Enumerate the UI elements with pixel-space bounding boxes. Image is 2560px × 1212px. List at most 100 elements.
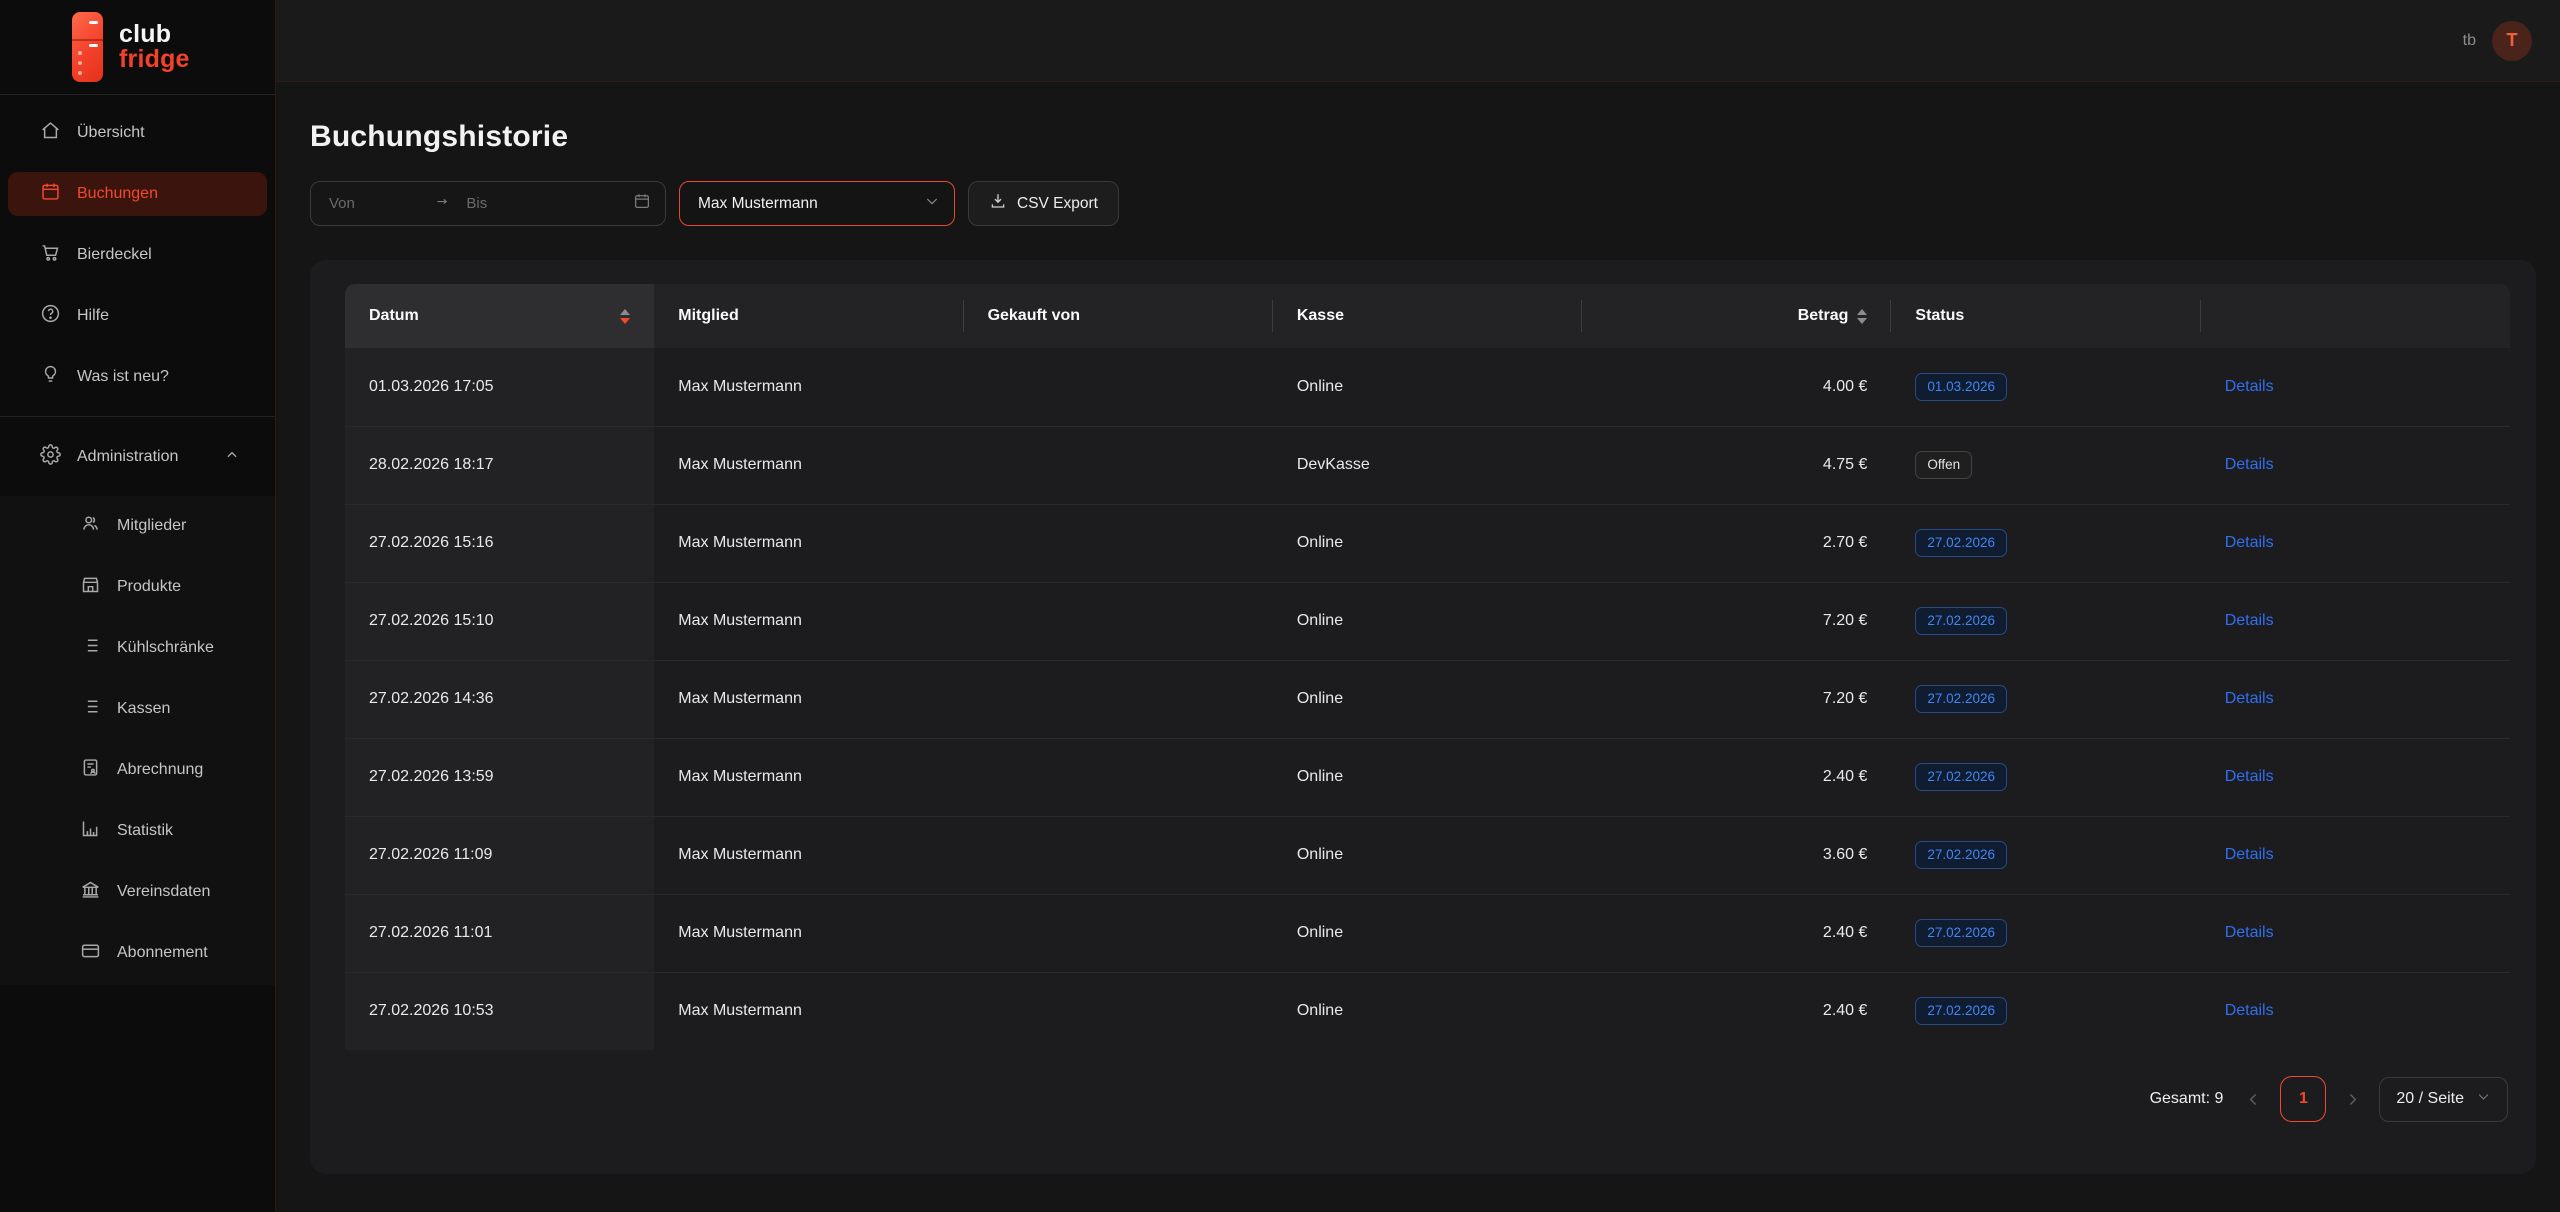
cell-status: 27.02.2026 (1891, 582, 2200, 660)
avatar[interactable]: T (2492, 21, 2532, 61)
details-link[interactable]: Details (2225, 612, 2274, 629)
details-link[interactable]: Details (2225, 1002, 2274, 1019)
previous-page-button[interactable] (2245, 1091, 2262, 1108)
cell-datum: 27.02.2026 14:36 (345, 660, 654, 738)
cell-mitglied: Max Mustermann (654, 972, 963, 1050)
cell-betrag: 2.70 € (1582, 504, 1891, 582)
sort-icon-betrag[interactable] (1857, 309, 1867, 324)
brand-logo[interactable]: club fridge (0, 0, 275, 95)
home-icon (40, 120, 61, 146)
sidebar-item-was-ist-neu[interactable]: Was ist neu? (8, 355, 267, 399)
status-badge: 27.02.2026 (1915, 685, 2007, 713)
details-link[interactable]: Details (2225, 378, 2274, 395)
sidebar-item-kuehlschraenke[interactable]: Kühlschränke (8, 626, 267, 670)
sidebar-item-hilfe[interactable]: Hilfe (8, 294, 267, 338)
bank-icon (80, 879, 101, 905)
cell-betrag: 2.40 € (1582, 738, 1891, 816)
status-badge: 27.02.2026 (1915, 607, 2007, 635)
cell-mitglied: Max Mustermann (654, 660, 963, 738)
column-header-status: Status (1891, 284, 2200, 348)
page-title: Buchungshistorie (310, 120, 2536, 154)
cell-gekauft-von (964, 426, 1273, 504)
filter-bar: Von Bis Max Mustermann CSV Export (310, 181, 2536, 226)
details-link[interactable]: Details (2225, 456, 2274, 473)
cell-betrag: 7.20 € (1582, 660, 1891, 738)
details-link[interactable]: Details (2225, 768, 2274, 785)
member-select[interactable]: Max Mustermann (679, 181, 955, 226)
page-size-select[interactable]: 20 / Seite (2379, 1077, 2508, 1122)
sidebar-item-vereinsdaten[interactable]: Vereinsdaten (8, 870, 267, 914)
column-header-datum[interactable]: Datum (345, 284, 654, 348)
cell-kasse: Online (1273, 894, 1582, 972)
cell-gekauft-von (964, 348, 1273, 426)
column-header-betrag[interactable]: Betrag (1582, 284, 1891, 348)
status-badge: 27.02.2026 (1915, 997, 2007, 1025)
cell-datum: 28.02.2026 18:17 (345, 426, 654, 504)
cell-betrag: 2.40 € (1582, 972, 1891, 1050)
table-row: 27.02.2026 11:01 Max Mustermann Online 2… (345, 894, 2510, 972)
sidebar-item-produkte[interactable]: Produkte (8, 565, 267, 609)
sidebar-item-abrechnung[interactable]: Abrechnung (8, 748, 267, 792)
pagination: Gesamt: 9 1 20 / Seite (345, 1076, 2510, 1122)
table-row: 27.02.2026 10:53 Max Mustermann Online 2… (345, 972, 2510, 1050)
cell-actions: Details (2201, 426, 2510, 504)
cell-actions: Details (2201, 816, 2510, 894)
sidebar-item-bierdeckel[interactable]: Bierdeckel (8, 233, 267, 277)
sidebar-group-administration[interactable]: Administration (8, 435, 267, 479)
details-link[interactable]: Details (2225, 846, 2274, 863)
sidebar-item-mitglieder[interactable]: Mitglieder (8, 504, 267, 548)
cell-status: 27.02.2026 (1891, 660, 2200, 738)
sidebar-admin-submenu: Mitglieder Produkte Kühlschränke Kassen … (0, 496, 275, 985)
page-number-button[interactable]: 1 (2280, 1076, 2326, 1122)
table-row: 01.03.2026 17:05 Max Mustermann Online 4… (345, 348, 2510, 426)
sidebar-item-kassen[interactable]: Kassen (8, 687, 267, 731)
cell-betrag: 2.40 € (1582, 894, 1891, 972)
status-badge: 01.03.2026 (1915, 373, 2007, 401)
sidebar: club fridge Übersicht Buchungen Bierdeck… (0, 0, 276, 1212)
date-from-placeholder[interactable]: Von (329, 195, 429, 212)
column-header-kasse: Kasse (1273, 284, 1582, 348)
date-to-placeholder[interactable]: Bis (456, 195, 627, 212)
cell-datum: 27.02.2026 11:09 (345, 816, 654, 894)
sidebar-item-statistik[interactable]: Statistik (8, 809, 267, 853)
date-range-picker[interactable]: Von Bis (310, 181, 666, 226)
next-page-button[interactable] (2344, 1091, 2361, 1108)
calendar-icon (40, 181, 61, 207)
table-header-row: Datum Mitglied Gekauft von Kasse Betrag (345, 284, 2510, 348)
status-badge: Offen (1915, 451, 1972, 479)
cell-status: 01.03.2026 (1891, 348, 2200, 426)
column-header-gekauft-von: Gekauft von (964, 284, 1273, 348)
cell-actions: Details (2201, 972, 2510, 1050)
invoice-icon (80, 757, 101, 783)
table-row: 27.02.2026 15:16 Max Mustermann Online 2… (345, 504, 2510, 582)
table-row: 27.02.2026 13:59 Max Mustermann Online 2… (345, 738, 2510, 816)
fridge-logo-icon (72, 12, 103, 82)
cell-gekauft-von (964, 504, 1273, 582)
cell-status: Offen (1891, 426, 2200, 504)
details-link[interactable]: Details (2225, 690, 2274, 707)
sidebar-item-uebersicht[interactable]: Übersicht (8, 111, 267, 155)
sidebar-item-buchungen[interactable]: Buchungen (8, 172, 267, 216)
status-badge: 27.02.2026 (1915, 529, 2007, 557)
cell-betrag: 7.20 € (1582, 582, 1891, 660)
cell-actions: Details (2201, 894, 2510, 972)
cell-mitglied: Max Mustermann (654, 816, 963, 894)
cell-datum: 27.02.2026 10:53 (345, 972, 654, 1050)
users-icon (80, 513, 101, 539)
status-badge: 27.02.2026 (1915, 763, 2007, 791)
details-link[interactable]: Details (2225, 924, 2274, 941)
cell-actions: Details (2201, 504, 2510, 582)
cell-mitglied: Max Mustermann (654, 894, 963, 972)
cell-gekauft-von (964, 660, 1273, 738)
download-icon (989, 192, 1007, 215)
details-link[interactable]: Details (2225, 534, 2274, 551)
store-icon (80, 574, 101, 600)
csv-export-button[interactable]: CSV Export (968, 181, 1119, 226)
sort-icon-datum[interactable] (620, 309, 630, 324)
brand-name: club fridge (119, 22, 190, 73)
sidebar-item-abonnement[interactable]: Abonnement (8, 931, 267, 975)
cell-status: 27.02.2026 (1891, 894, 2200, 972)
cell-gekauft-von (964, 738, 1273, 816)
table-body: 01.03.2026 17:05 Max Mustermann Online 4… (345, 348, 2510, 1050)
cell-kasse: Online (1273, 660, 1582, 738)
